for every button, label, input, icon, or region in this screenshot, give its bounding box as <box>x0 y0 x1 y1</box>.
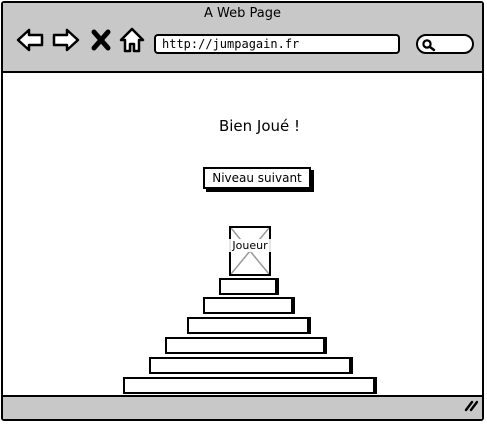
arrow-left-icon <box>16 28 44 52</box>
pyramid-step <box>123 377 375 394</box>
home-button[interactable] <box>117 25 147 55</box>
browser-toolbar: A Web Page <box>3 3 482 73</box>
player-label: Joueur <box>227 239 273 252</box>
browser-window: A Web Page http://jumpagain.fr Bien Joué… <box>1 1 484 421</box>
status-bar <box>3 395 482 419</box>
search-field[interactable] <box>416 34 474 54</box>
pyramid-step <box>187 317 309 334</box>
pyramid-step <box>203 297 293 314</box>
pyramid-step <box>219 278 277 295</box>
player-image: Joueur <box>227 226 273 276</box>
page-content: Bien Joué ! Niveau suivant Joueur <box>3 71 482 397</box>
close-icon <box>91 29 111 51</box>
pyramid-step <box>149 357 351 374</box>
home-icon <box>119 27 145 53</box>
address-bar[interactable] <box>154 34 400 54</box>
stop-button[interactable] <box>90 25 112 55</box>
arrow-right-icon <box>52 28 80 52</box>
next-level-button[interactable]: Niveau suivant <box>203 167 311 189</box>
page-heading: Bien Joué ! <box>218 117 301 135</box>
forward-button[interactable] <box>51 25 81 55</box>
search-icon <box>422 39 436 52</box>
back-button[interactable] <box>15 25 45 55</box>
window-title: A Web Page <box>204 6 281 21</box>
resize-grip-icon[interactable] <box>462 397 479 416</box>
pyramid-step <box>165 337 325 354</box>
